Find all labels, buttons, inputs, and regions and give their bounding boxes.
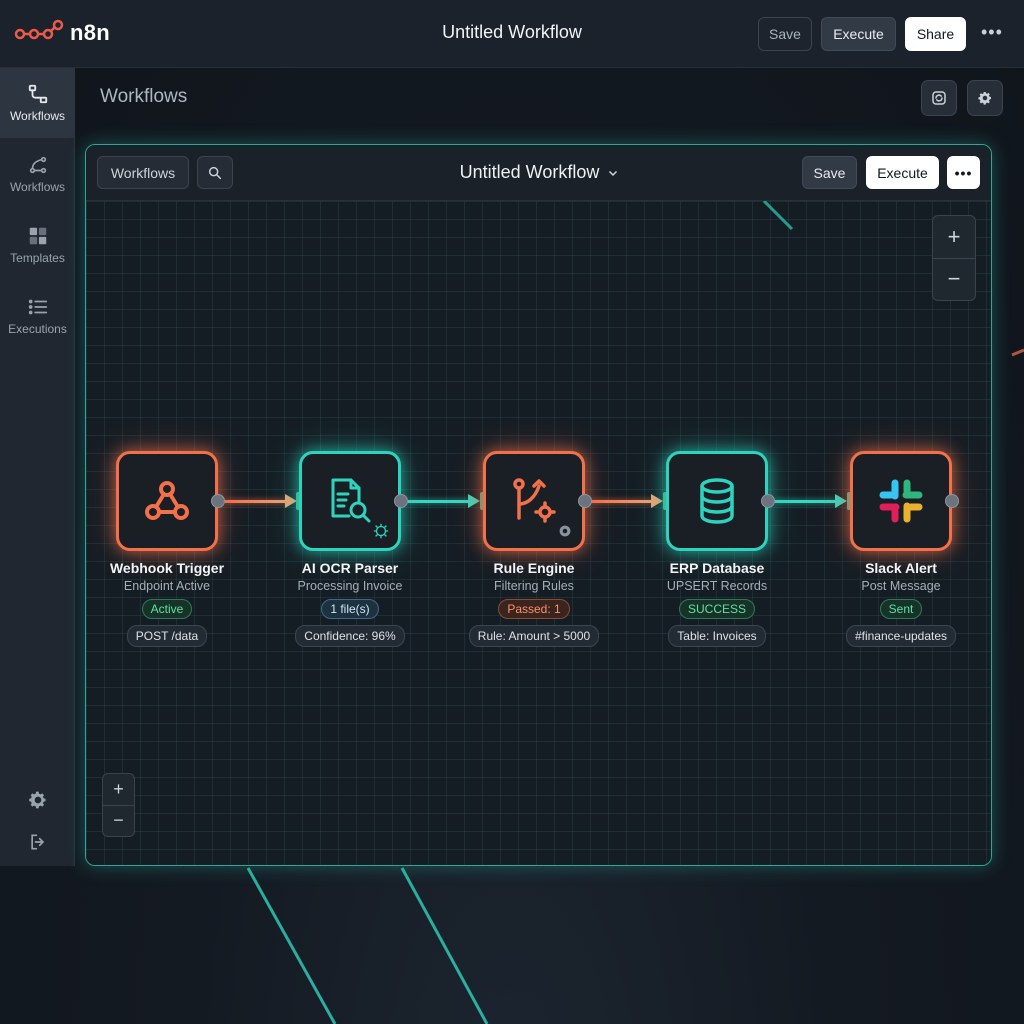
document-scan-icon	[331, 478, 371, 523]
node-subtitle: UPSERT Records	[666, 579, 768, 593]
node-subtitle: Endpoint Active	[123, 579, 211, 593]
breadcrumb-workflows[interactable]: Workflows	[97, 156, 189, 189]
node-detail-tag: Confidence: 96%	[295, 625, 405, 647]
node-name: AI OCR Parser	[301, 560, 399, 576]
zoom-out-button[interactable]: −	[933, 257, 975, 301]
search-button[interactable]	[197, 156, 233, 189]
page-settings-button[interactable]	[967, 80, 1003, 116]
node-name: Webhook Trigger	[109, 560, 225, 576]
node-webhook-trigger[interactable]	[116, 451, 218, 551]
node-name: ERP Database	[669, 560, 765, 576]
sidebar-item-label: Workflows	[9, 180, 66, 194]
node-subtitle: Processing Invoice	[297, 579, 403, 593]
workflow-icon	[28, 84, 47, 104]
sidebar-item-executions[interactable]: Executions	[0, 281, 75, 351]
webhook-icon	[145, 481, 189, 520]
editor-save-button[interactable]: Save	[802, 156, 857, 189]
top-bar: n8n Untitled Workflow Save Execute Share…	[0, 0, 1024, 68]
templates-icon	[29, 227, 46, 245]
execute-button[interactable]: Execute	[821, 17, 896, 51]
n8n-logo-icon	[14, 19, 64, 40]
sidebar-logout[interactable]	[0, 832, 75, 852]
zoom-out-small-button[interactable]: −	[103, 804, 134, 837]
status-badge: Sent	[879, 599, 923, 619]
share-button[interactable]: Share	[905, 17, 966, 51]
settings-icon[interactable]	[28, 790, 48, 810]
gear-small-icon	[559, 525, 571, 537]
sidebar-item-workflows-2[interactable]: Workflows	[0, 139, 75, 209]
sidebar-item-label: Executions	[8, 322, 67, 336]
node-label-slack: Slack Alert Post Message Sent #finance-u…	[813, 560, 989, 647]
arrow-head	[468, 494, 480, 508]
search-icon	[208, 166, 222, 179]
workflow-title[interactable]: Untitled Workflow	[442, 22, 582, 42]
status-badge: SUCCESS	[678, 599, 755, 619]
node-label-webhook: Webhook Trigger Endpoint Active Active P…	[79, 560, 255, 647]
output-port[interactable]	[394, 494, 408, 508]
sidebar-item-label: Templates	[10, 251, 65, 265]
save-button[interactable]: Save	[758, 17, 812, 51]
output-port[interactable]	[211, 494, 225, 508]
node-ai-ocr-parser[interactable]	[299, 451, 401, 551]
editor-more-button[interactable]: •••	[947, 156, 980, 189]
canvas-glow-accent	[762, 201, 794, 231]
branch-icon	[29, 156, 46, 174]
output-port[interactable]	[578, 494, 592, 508]
canvas-zoom-controls-bottom: + −	[102, 773, 135, 837]
editor-title-dropdown[interactable]: Untitled Workflow	[460, 162, 620, 182]
refresh-button[interactable]	[921, 80, 957, 116]
zoom-in-small-button[interactable]: +	[103, 774, 134, 805]
node-detail-tag: Rule: Amount > 5000	[468, 625, 600, 647]
node-subtitle: Post Message	[861, 579, 941, 593]
status-badge: 1 file(s)	[321, 599, 379, 619]
more-menu-icon[interactable]: •••	[981, 22, 1003, 43]
sidebar-item-label: Workflows	[9, 109, 66, 123]
logout-icon[interactable]	[28, 832, 48, 852]
refresh-icon	[932, 91, 946, 105]
status-badge: Passed: 1	[498, 599, 570, 619]
chevron-down-icon	[609, 171, 618, 177]
node-label-rules: Rule Engine Filtering Rules Passed: 1 Ru…	[446, 560, 622, 647]
node-detail-tag: POST /data	[126, 625, 208, 647]
sidebar: Workflows Workflows Templates Executions	[0, 68, 75, 866]
page-title: Workflows	[100, 86, 188, 107]
connection-ocr-rules	[408, 500, 470, 503]
database-icon	[700, 478, 734, 524]
editor-title: Untitled Workflow	[459, 162, 600, 182]
node-label-erp: ERP Database UPSERT Records SUCCESS Tabl…	[629, 560, 805, 647]
zoom-in-button[interactable]: +	[933, 216, 975, 258]
sidebar-settings[interactable]	[0, 790, 75, 810]
arrow-head	[835, 494, 847, 508]
list-icon	[28, 299, 47, 315]
node-name: Rule Engine	[493, 560, 575, 576]
brand-name: n8n	[70, 20, 111, 45]
node-detail-tag: #finance-updates	[845, 625, 957, 647]
slack-icon	[879, 479, 923, 523]
ai-chip-icon	[373, 523, 389, 539]
connection-rules-erp	[591, 500, 653, 503]
branch-rules-icon	[513, 478, 556, 523]
node-subtitle: Filtering Rules	[494, 579, 574, 593]
gear-icon	[978, 92, 991, 105]
brand[interactable]: n8n	[14, 18, 110, 48]
connection-erp-slack	[775, 500, 837, 503]
node-label-ocr: AI OCR Parser Processing Invoice 1 file(…	[262, 560, 438, 647]
node-detail-tag: Table: Invoices	[668, 625, 766, 647]
output-port[interactable]	[945, 494, 959, 508]
editor-execute-button[interactable]: Execute	[866, 156, 939, 189]
canvas-zoom-controls: + −	[932, 215, 976, 301]
arrow-head	[651, 494, 663, 508]
output-port[interactable]	[761, 494, 775, 508]
status-badge: Active	[141, 599, 193, 619]
connection-webhook-ocr	[225, 500, 287, 503]
sidebar-item-workflows[interactable]: Workflows	[0, 68, 75, 138]
node-erp-database[interactable]	[666, 451, 768, 551]
node-slack-alert[interactable]	[850, 451, 952, 551]
sidebar-item-templates[interactable]: Templates	[0, 210, 75, 280]
node-name: Slack Alert	[865, 560, 937, 576]
node-rule-engine[interactable]	[483, 451, 585, 551]
editor-header: Workflows Untitled Workflow Save Execute…	[86, 145, 991, 201]
